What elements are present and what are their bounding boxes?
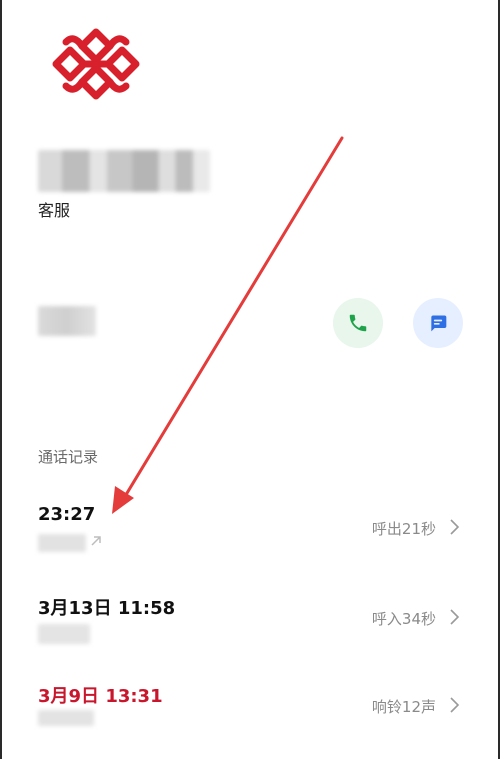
chevron-right-icon [450, 519, 460, 535]
blurred-call-number [38, 710, 94, 726]
china-unicom-logo-icon [52, 28, 140, 100]
call-record-time: 23:27 [38, 504, 96, 525]
phone-icon [349, 314, 367, 332]
call-record[interactable]: 23:27 呼出21秒 [0, 504, 500, 584]
call-record-status: 呼出21秒 [371, 520, 436, 538]
blurred-call-number [38, 624, 90, 644]
chevron-right-icon [450, 697, 460, 713]
contact-label: 客服 [38, 201, 71, 220]
call-record-status: 响铃12声 [371, 698, 436, 716]
outgoing-call-icon [91, 536, 101, 546]
chevron-right-icon [450, 609, 460, 625]
call-button[interactable] [333, 298, 383, 348]
blurred-call-number [38, 534, 86, 552]
message-button[interactable] [413, 298, 463, 348]
call-log-title: 通话记录 [38, 448, 99, 466]
blurred-contact-name [38, 150, 210, 192]
call-record-time: 3月9日 13:31 [38, 686, 163, 707]
message-icon [431, 315, 447, 332]
call-record-time: 3月13日 11:58 [38, 598, 176, 619]
call-record[interactable]: 3月13日 11:58 呼入34秒 [0, 594, 500, 674]
call-record-status: 呼入34秒 [371, 610, 436, 628]
blurred-phone-number [38, 306, 96, 336]
call-record[interactable]: 3月9日 13:31 响铃12声 [0, 682, 500, 762]
